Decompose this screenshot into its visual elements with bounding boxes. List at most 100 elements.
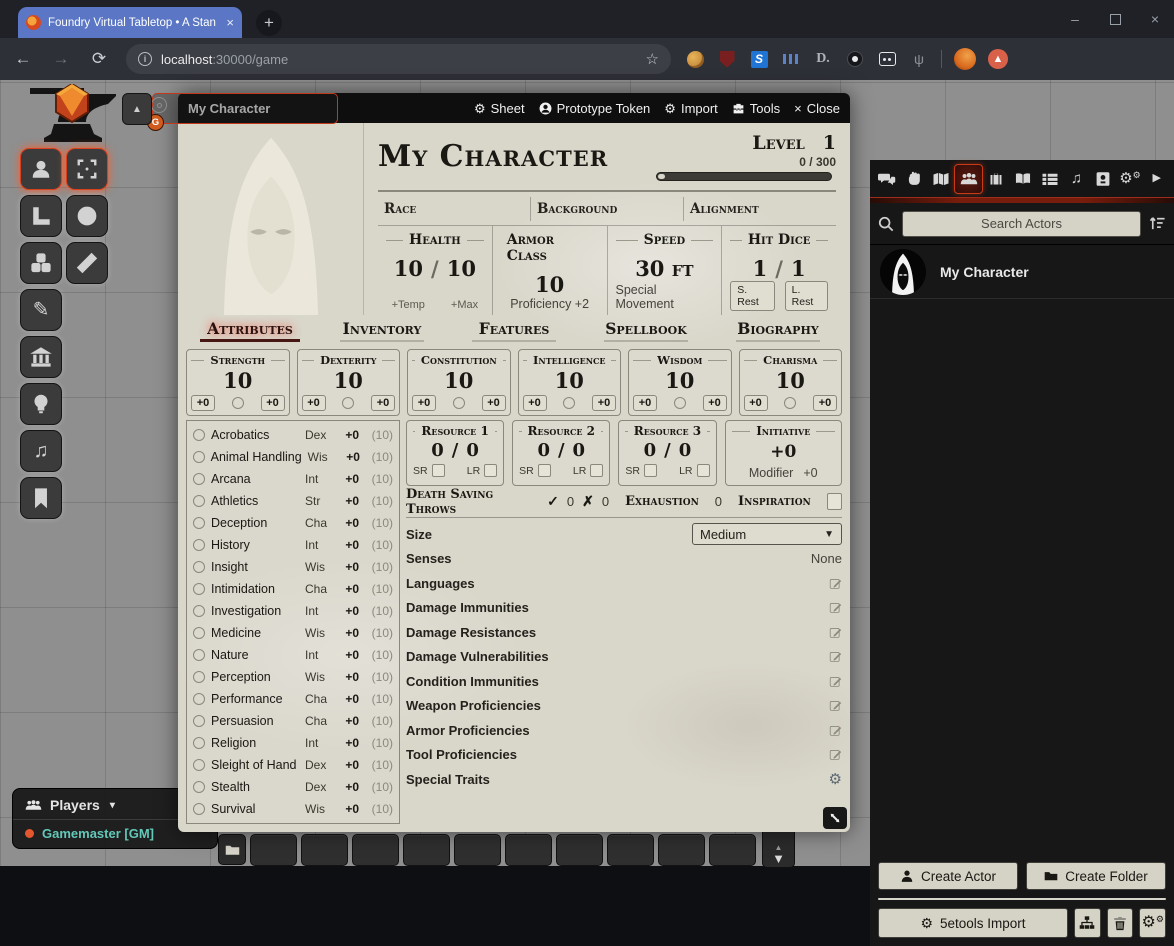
sheet-config-button[interactable]: ⚙ Sheet bbox=[474, 101, 525, 116]
sr-checkbox[interactable] bbox=[644, 464, 657, 477]
ability-score[interactable]: 10 bbox=[412, 368, 506, 393]
window-close-button[interactable]: × bbox=[1135, 0, 1174, 38]
tuner-extension-icon[interactable]: ψ bbox=[909, 49, 929, 69]
tool-ruler[interactable] bbox=[20, 195, 62, 237]
sidebar-collapse-button[interactable]: ▶ bbox=[1143, 164, 1170, 194]
skill-name[interactable]: Survival bbox=[211, 802, 299, 816]
lr-checkbox[interactable] bbox=[484, 464, 497, 477]
skill-row[interactable]: Investigation Int +0 (10) bbox=[193, 600, 393, 622]
trait-edit-icon[interactable] bbox=[829, 699, 842, 712]
profile-avatar[interactable] bbox=[954, 48, 976, 70]
ability-modifier[interactable]: +0 bbox=[633, 395, 657, 411]
speed-value[interactable]: 30 ft bbox=[635, 256, 693, 281]
tab-tables[interactable] bbox=[1036, 164, 1063, 194]
skill-row[interactable]: Athletics Str +0 (10) bbox=[193, 490, 393, 512]
trait-edit-icon[interactable] bbox=[829, 626, 842, 639]
long-rest-button[interactable]: L. Rest bbox=[785, 281, 828, 311]
tab-scenes[interactable] bbox=[927, 164, 954, 194]
skill-row[interactable]: Survival Wis +0 (10) bbox=[193, 798, 393, 820]
sheet-tab[interactable]: Biography bbox=[712, 319, 844, 342]
tools-button[interactable]: Tools bbox=[732, 101, 780, 116]
resource-value[interactable]: 0/0 bbox=[519, 440, 603, 461]
skill-proficiency-radio[interactable] bbox=[193, 517, 205, 529]
save-proficiency-radio[interactable] bbox=[674, 397, 686, 409]
forward-button[interactable]: → bbox=[46, 44, 76, 74]
window-resize-handle[interactable] bbox=[823, 807, 847, 829]
special-traits-gear-icon[interactable]: ⚙ bbox=[829, 770, 842, 788]
delete-button[interactable] bbox=[1107, 908, 1134, 938]
skill-proficiency-radio[interactable] bbox=[193, 693, 205, 705]
tab-journal[interactable] bbox=[1010, 164, 1037, 194]
ability-modifier[interactable]: +0 bbox=[412, 395, 436, 411]
skill-name[interactable]: Investigation bbox=[211, 604, 299, 618]
detail-field[interactable]: Alignment bbox=[684, 197, 836, 221]
lr-checkbox[interactable] bbox=[697, 464, 710, 477]
macro-slot[interactable] bbox=[454, 834, 501, 866]
skill-proficiency-radio[interactable] bbox=[193, 649, 205, 661]
ability-save[interactable]: +0 bbox=[261, 395, 285, 411]
hit-dice-value[interactable]: 1/1 bbox=[753, 256, 806, 281]
skill-name[interactable]: Sleight of Hand bbox=[211, 758, 299, 772]
initiative-label[interactable]: Initiative bbox=[732, 424, 836, 438]
skill-proficiency-radio[interactable] bbox=[193, 561, 205, 573]
tab-items[interactable] bbox=[983, 164, 1010, 194]
resource-value[interactable]: 0/0 bbox=[413, 440, 497, 461]
tab-chat[interactable] bbox=[874, 164, 901, 194]
tool-dice[interactable] bbox=[20, 242, 62, 284]
character-portrait[interactable] bbox=[178, 123, 363, 315]
ability-score[interactable]: 10 bbox=[302, 368, 396, 393]
import-button[interactable]: ⚙ Import bbox=[664, 101, 718, 116]
actor-name[interactable]: My Character bbox=[940, 264, 1029, 280]
ability-save[interactable]: +0 bbox=[592, 395, 616, 411]
save-proficiency-radio[interactable] bbox=[232, 397, 244, 409]
skill-row[interactable]: Religion Int +0 (10) bbox=[193, 732, 393, 754]
create-actor-button[interactable]: Create Actor bbox=[878, 862, 1018, 890]
skill-row[interactable]: Arcana Int +0 (10) bbox=[193, 468, 393, 490]
inspiration-checkbox[interactable] bbox=[827, 493, 842, 510]
page-down-icon[interactable]: ▼ bbox=[772, 852, 785, 865]
special-movement-link[interactable]: Special Movement bbox=[616, 283, 714, 311]
tab-compendium[interactable] bbox=[1090, 164, 1117, 194]
detail-field[interactable]: Race bbox=[378, 197, 531, 221]
skill-proficiency-radio[interactable] bbox=[193, 737, 205, 749]
ability-name[interactable]: Charisma bbox=[744, 353, 838, 367]
create-folder-button[interactable]: Create Folder bbox=[1026, 862, 1166, 890]
skill-name[interactable]: Medicine bbox=[211, 626, 299, 640]
trait-edit-icon[interactable] bbox=[829, 724, 842, 737]
skill-name[interactable]: Nature bbox=[211, 648, 299, 662]
session-extension-icon[interactable]: S bbox=[749, 49, 769, 69]
trait-edit-icon[interactable] bbox=[829, 748, 842, 761]
character-name[interactable]: My Character bbox=[378, 139, 656, 174]
macro-folder-button[interactable] bbox=[218, 834, 246, 865]
skill-proficiency-radio[interactable] bbox=[193, 539, 205, 551]
game-canvas[interactable]: ✎ ♫ ▲ G Players ▾ Gamemas bbox=[0, 80, 1174, 866]
skill-proficiency-radio[interactable] bbox=[193, 583, 205, 595]
skill-proficiency-radio[interactable] bbox=[193, 473, 205, 485]
death-success-icon[interactable]: ✓ bbox=[547, 493, 559, 510]
back-button[interactable]: ← bbox=[8, 44, 38, 74]
close-window-button[interactable]: × Close bbox=[794, 101, 840, 116]
sort-mode-icon[interactable] bbox=[1149, 215, 1166, 232]
robot-extension-icon[interactable] bbox=[877, 49, 897, 69]
search-actors-input[interactable] bbox=[902, 211, 1141, 237]
skill-row[interactable]: Animal Handling Wis +0 (10) bbox=[193, 446, 393, 468]
detail-field[interactable]: Background bbox=[531, 197, 684, 221]
skill-proficiency-radio[interactable] bbox=[193, 781, 205, 793]
resource-label[interactable]: Resource 2 bbox=[519, 424, 603, 438]
short-rest-button[interactable]: S. Rest bbox=[730, 281, 774, 311]
prototype-token-button[interactable]: Prototype Token bbox=[539, 101, 651, 116]
window-titlebar[interactable]: My Character ⚙ Sheet Prototype Token ⚙ I… bbox=[178, 93, 850, 123]
skill-name[interactable]: Performance bbox=[211, 692, 299, 706]
macro-slot[interactable] bbox=[709, 834, 756, 866]
nav-collapse-button[interactable]: ▲ bbox=[122, 93, 152, 125]
skill-name[interactable]: Persuasion bbox=[211, 714, 299, 728]
save-proficiency-radio[interactable] bbox=[784, 397, 796, 409]
tool-walls[interactable] bbox=[20, 336, 62, 378]
new-tab-button[interactable]: + bbox=[256, 10, 282, 36]
skill-name[interactable]: History bbox=[211, 538, 299, 552]
folder-tree-button[interactable] bbox=[1074, 908, 1101, 938]
skill-row[interactable]: Performance Cha +0 (10) bbox=[193, 688, 393, 710]
tool-lighting[interactable] bbox=[20, 383, 62, 425]
sr-checkbox[interactable] bbox=[538, 464, 551, 477]
macro-slot[interactable] bbox=[403, 834, 450, 866]
